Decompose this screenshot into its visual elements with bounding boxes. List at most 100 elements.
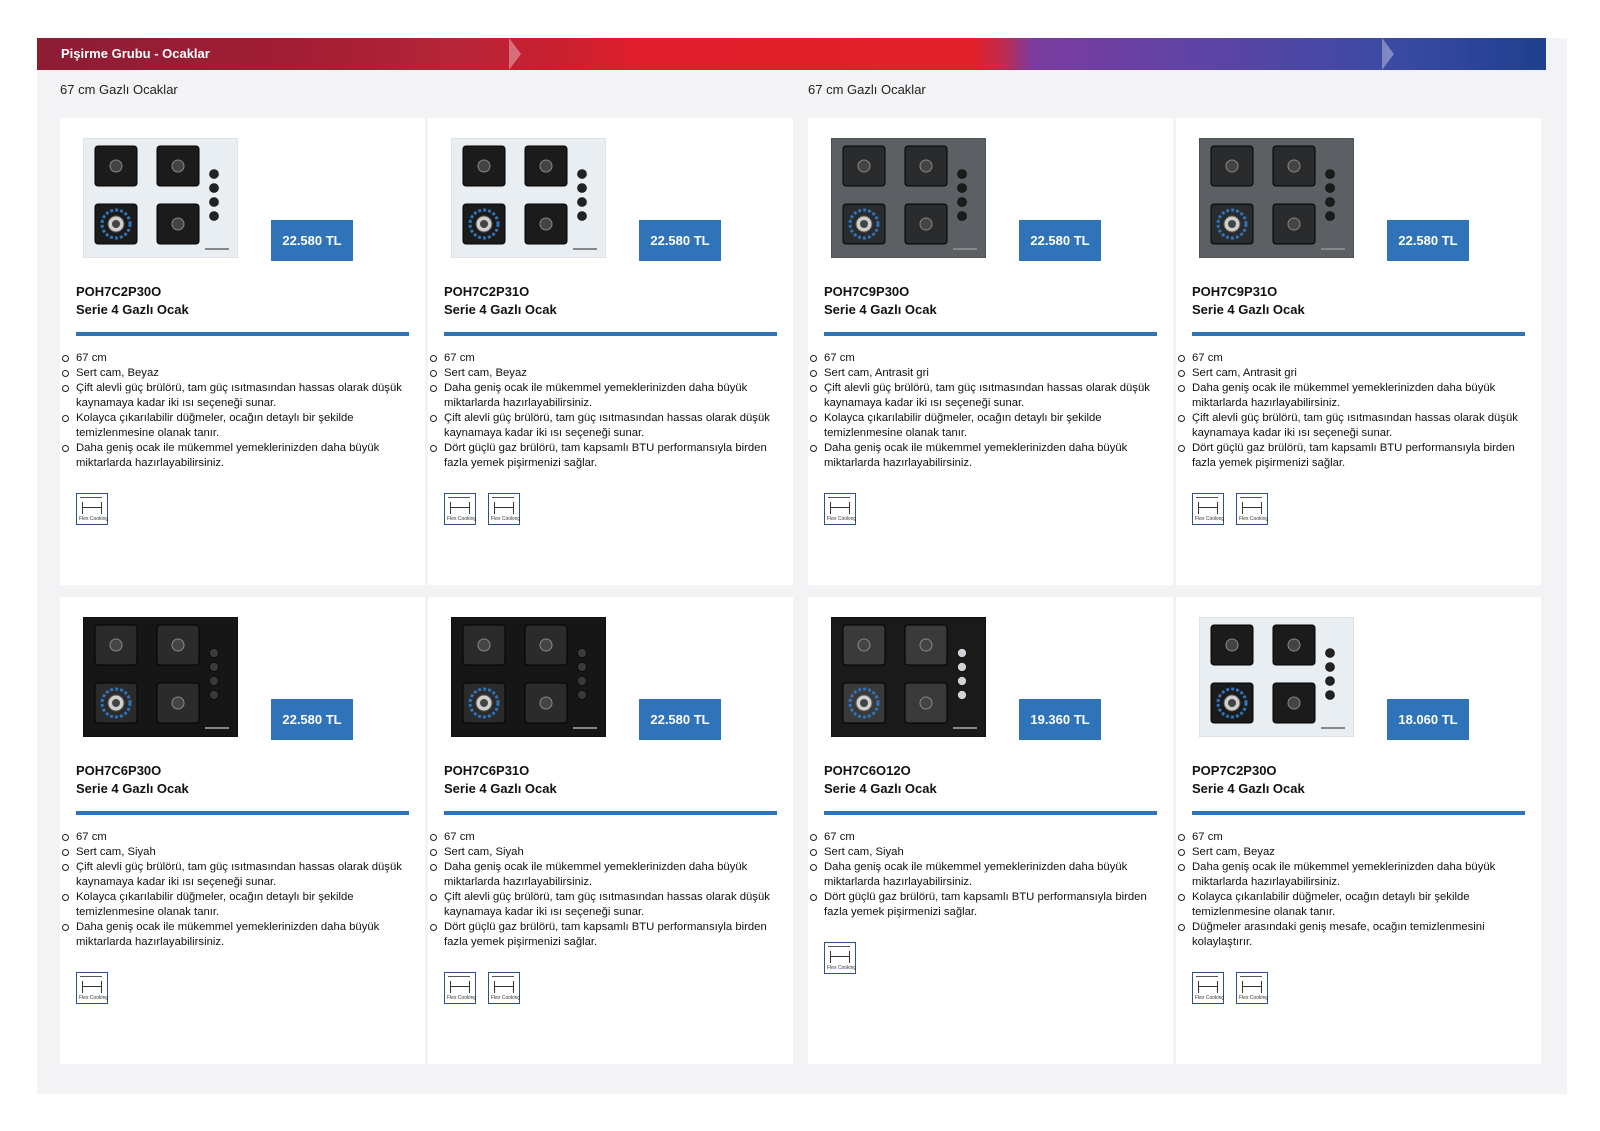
feature-item: Daha geniş ocak ile mükemmel yemeklerini…: [62, 920, 416, 950]
flex-cooking-badge-icon: Flex Cooking: [76, 493, 108, 525]
feature-item: Daha geniş ocak ile mükemmel yemeklerini…: [1178, 381, 1532, 411]
feature-item: 67 cm: [810, 830, 1164, 845]
product-card: 22.580 TL POH7C6P31O Serie 4 Gazlı Ocak 67 …: [428, 597, 793, 1064]
feature-item: Daha geniş ocak ile mükemmel yemeklerini…: [62, 441, 416, 471]
feature-item: Dört güçlü gaz brülörü, tam kapsamlı BTU…: [1178, 441, 1532, 471]
feature-list: 67 cm Sert cam, Siyah Çift alevli güç brül…: [62, 830, 416, 950]
badge-label: Flex Cooking: [1195, 995, 1225, 1001]
badge-label: Flex Cooking: [447, 995, 477, 1001]
cooktop-image: [831, 138, 986, 258]
feature-badges: Flex Cooking Flex Cooking: [444, 972, 532, 1004]
badge-zones-icon: [830, 502, 850, 514]
badge-label: Flex Cooking: [79, 995, 109, 1001]
feature-list: 67 cm Sert cam, Siyah Daha geniş ocak ile …: [810, 830, 1164, 920]
feature-item: Dört güçlü gaz brülörü, tam kapsamlı BTU…: [810, 890, 1164, 920]
product-image: [451, 138, 606, 258]
cooktop-image: [1199, 138, 1354, 258]
feature-item: Dört güçlü gaz brülörü, tam kapsamlı BTU…: [430, 441, 784, 471]
product-card: 22.580 TL POH7C9P31O Serie 4 Gazlı Ocak 67 …: [1176, 118, 1541, 585]
price-tag: 22.580 TL: [639, 220, 721, 261]
badge-dimension-line: [448, 497, 470, 501]
feature-badges: Flex Cooking: [824, 493, 868, 525]
feature-item: Çift alevli güç brülörü, tam güç ısıtmas…: [810, 381, 1164, 411]
feature-item: 67 cm: [430, 351, 784, 366]
price-tag: 22.580 TL: [271, 699, 353, 740]
badge-dimension-line: [1240, 497, 1262, 501]
product-image: [451, 617, 606, 737]
model-code: POP7C2P30O: [1192, 763, 1277, 778]
badge-zones-icon: [494, 981, 514, 993]
badge-zones-icon: [1198, 981, 1218, 993]
price-tag: 22.580 TL: [1387, 220, 1469, 261]
flex-cooking-badge-icon: Flex Cooking: [1236, 493, 1268, 525]
feature-list: 67 cm Sert cam, Beyaz Daha geniş ocak ile …: [1178, 830, 1532, 950]
badge-dimension-line: [828, 497, 850, 501]
feature-item: 67 cm: [62, 351, 416, 366]
feature-item: Sert cam, Beyaz: [1178, 845, 1532, 860]
badge-zones-icon: [82, 502, 102, 514]
cooktop-image: [1199, 617, 1354, 737]
feature-badges: Flex Cooking Flex Cooking: [444, 493, 532, 525]
divider: [824, 332, 1157, 336]
product-series: Serie 4 Gazlı Ocak: [1192, 781, 1305, 796]
band-chevron-decor: [1382, 38, 1394, 70]
product-image: [83, 138, 238, 258]
model-code: POH7C6P31O: [444, 763, 530, 778]
feature-list: 67 cm Sert cam, Antrasit gri Çift alevli g…: [810, 351, 1164, 471]
feature-item: Dört güçlü gaz brülörü, tam kapsamlı BTU…: [430, 920, 784, 950]
badge-dimension-line: [1240, 976, 1262, 980]
flex-cooking-badge-icon: Flex Cooking: [488, 493, 520, 525]
cooktop-image: [451, 617, 606, 737]
feature-item: Daha geniş ocak ile mükemmel yemeklerini…: [430, 860, 784, 890]
model-code: POH7C2P31O: [444, 284, 530, 299]
flex-cooking-badge-icon: Flex Cooking: [444, 972, 476, 1004]
price-tag: 22.580 TL: [639, 699, 721, 740]
feature-item: Kolayca çıkarılabilir düğmeler, ocağın d…: [810, 411, 1164, 441]
feature-item: Sert cam, Siyah: [430, 845, 784, 860]
feature-item: Çift alevli güç brülörü, tam güç ısıtmas…: [1178, 411, 1532, 441]
model-code: POH7C6O12O: [824, 763, 911, 778]
product-image: [83, 617, 238, 737]
product-card: 22.580 TL POH7C6P30O Serie 4 Gazlı Ocak 67 …: [60, 597, 425, 1064]
feature-item: 67 cm: [1178, 351, 1532, 366]
badge-zones-icon: [1242, 981, 1262, 993]
badge-zones-icon: [450, 981, 470, 993]
badge-zones-icon: [82, 981, 102, 993]
cooktop-image: [83, 617, 238, 737]
feature-item: Kolayca çıkarılabilir düğmeler, ocağın d…: [1178, 890, 1532, 920]
badge-zones-icon: [1242, 502, 1262, 514]
badge-label: Flex Cooking: [827, 965, 857, 971]
section-label-left: 67 cm Gazlı Ocaklar: [60, 82, 178, 97]
badge-zones-icon: [450, 502, 470, 514]
divider: [76, 332, 409, 336]
divider: [824, 811, 1157, 815]
divider: [444, 811, 777, 815]
model-code: POH7C9P30O: [824, 284, 910, 299]
flex-cooking-badge-icon: Flex Cooking: [1236, 972, 1268, 1004]
feature-badges: Flex Cooking Flex Cooking: [1192, 972, 1280, 1004]
badge-dimension-line: [492, 976, 514, 980]
badge-label: Flex Cooking: [827, 516, 857, 522]
feature-item: Daha geniş ocak ile mükemmel yemeklerini…: [810, 860, 1164, 890]
product-card: 22.580 TL POH7C2P30O Serie 4 Gazlı Ocak 67 …: [60, 118, 425, 585]
feature-item: Çift alevli güç brülörü, tam güç ısıtmas…: [62, 381, 416, 411]
product-card: 18.060 TL POP7C2P30O Serie 4 Gazlı Ocak 67 …: [1176, 597, 1541, 1064]
price-tag: 19.360 TL: [1019, 699, 1101, 740]
feature-item: Sert cam, Siyah: [810, 845, 1164, 860]
badge-dimension-line: [1196, 976, 1218, 980]
feature-item: Düğmeler arasındaki geniş mesafe, ocağın…: [1178, 920, 1532, 950]
product-series: Serie 4 Gazlı Ocak: [444, 302, 557, 317]
feature-badges: Flex Cooking Flex Cooking: [1192, 493, 1280, 525]
feature-item: Daha geniş ocak ile mükemmel yemeklerini…: [1178, 860, 1532, 890]
divider: [1192, 332, 1525, 336]
divider: [444, 332, 777, 336]
feature-item: Kolayca çıkarılabilir düğmeler, ocağın d…: [62, 890, 416, 920]
feature-item: Sert cam, Antrasit gri: [810, 366, 1164, 381]
product-image: [1199, 138, 1354, 258]
product-image: [831, 138, 986, 258]
divider: [76, 811, 409, 815]
price-tag: 22.580 TL: [271, 220, 353, 261]
badge-dimension-line: [80, 497, 102, 501]
badge-zones-icon: [1198, 502, 1218, 514]
category-header-band: Pişirme Grubu - Ocaklar: [37, 38, 1546, 70]
